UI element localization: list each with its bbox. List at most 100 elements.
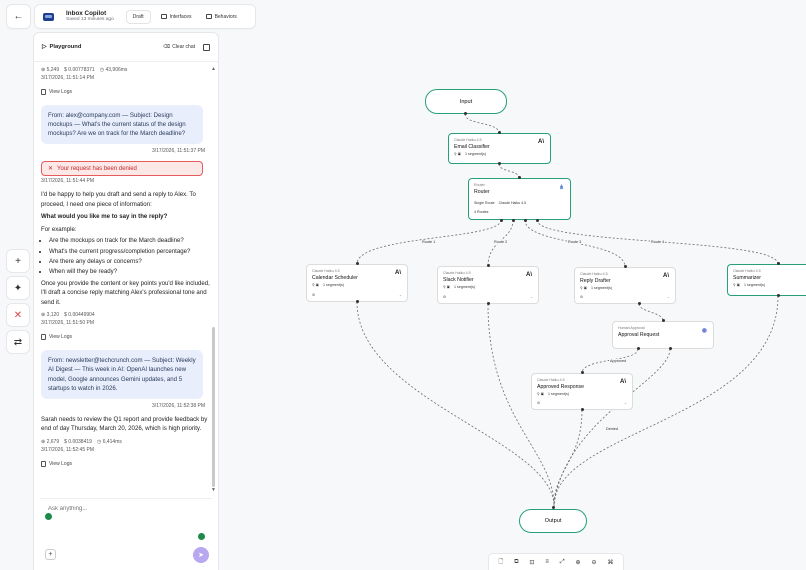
handle-dot[interactable]: [498, 162, 501, 165]
error-text: Your request has been denied: [57, 165, 137, 172]
handle-dot[interactable]: [500, 219, 503, 222]
workflow-canvas[interactable]: Input Claude Haiku 4.5 Email Classifier …: [220, 0, 806, 570]
slack-notifier-node[interactable]: Claude Haiku 4.5 Slack Notifier ⚲ ▣ 1 seg…: [437, 266, 539, 304]
back-button[interactable]: ←: [7, 5, 30, 28]
handle-dot[interactable]: [637, 347, 640, 350]
note-icon[interactable]: ⧉: [514, 559, 518, 566]
calendar-scheduler-node[interactable]: Claude Haiku 4.5 Calendar Scheduler ⚲ ▣ 1…: [306, 264, 408, 302]
playground-panel: ▷ Playground ⌫ Clear chat ⊕ 5,249 $ 0.00…: [34, 33, 218, 570]
approval-request-node[interactable]: Human Approval Approval Request ◉: [612, 321, 714, 349]
token-count: ⊕ 3,120: [41, 312, 60, 319]
draft-badge[interactable]: Draft: [125, 9, 151, 24]
camera-icon[interactable]: ⊡: [529, 559, 534, 566]
file-icon[interactable]: 🗋: [498, 557, 503, 567]
router-icon: ⋔: [558, 185, 564, 191]
panel-toggle-icon[interactable]: [203, 43, 210, 51]
send-button[interactable]: ➤: [193, 547, 209, 563]
input-node-label: Input: [459, 98, 473, 105]
chat-history[interactable]: ⊕ 5,249 $ 0.00778371 ◷ 43,906ms 3/17/202…: [34, 63, 218, 529]
timestamp: 3/17/2026, 11:51:44 PM: [41, 178, 95, 185]
scroll-up-icon[interactable]: ▲: [211, 66, 216, 72]
reply-drafter-node[interactable]: Claude Haiku 4.5 Reply Drafter ⚲ ▣ 1 segm…: [574, 267, 676, 304]
edge-calendar-output: [356, 301, 555, 507]
node-title: Summarizer: [733, 275, 761, 281]
magic-wand-icon[interactable]: ✦: [7, 277, 29, 299]
view-logs-link[interactable]: View Logs: [41, 334, 211, 341]
monitor-icon: [160, 14, 167, 19]
list-item: Are there any delays or concerns?: [49, 257, 211, 266]
edge-label-route3: Route 3: [567, 240, 583, 244]
scroll-down-icon[interactable]: ▼: [211, 487, 216, 493]
anthropic-logo-icon: A\: [620, 379, 626, 385]
handle-dot[interactable]: [487, 264, 490, 267]
output-node[interactable]: Output: [519, 509, 587, 533]
plus-icon[interactable]: +: [7, 250, 29, 272]
approved-response-node[interactable]: Claude Haiku 4.5 Approved Response ⚲ ▣ 1 …: [531, 373, 633, 410]
assistant-message: I'd be happy to help you draft and send …: [41, 190, 211, 307]
gear-icon[interactable]: ⚙: [580, 295, 583, 299]
handle-dot[interactable]: [464, 112, 467, 115]
node-meta: Single Route Claude Haiku 4.5: [474, 201, 527, 205]
branch-icon[interactable]: ⇄: [7, 331, 29, 353]
node-model: Claude Haiku 4.5: [537, 378, 565, 382]
view-logs-link[interactable]: View Logs: [41, 89, 211, 95]
error-icon: ✕: [48, 166, 54, 173]
tool-icon: ⚲ ▣: [312, 283, 320, 287]
handle-dot[interactable]: [662, 319, 665, 322]
fit-view-icon[interactable]: ⤢: [560, 559, 565, 566]
handle-dot[interactable]: [536, 219, 539, 222]
handle-dot[interactable]: [356, 300, 359, 303]
timestamp: 3/17/2026, 11:51:37 PM: [151, 148, 205, 155]
app-icon: [43, 12, 54, 21]
document-icon: [41, 460, 46, 467]
cost: $ 0.00778371: [64, 67, 95, 73]
handle-dot[interactable]: [669, 347, 672, 350]
chevron-down-icon[interactable]: ⌄: [667, 295, 670, 299]
handle-dot[interactable]: [581, 408, 584, 411]
tool-icon: ⚲ ▣: [443, 285, 451, 289]
handle-dot[interactable]: [552, 506, 555, 509]
handle-dot[interactable]: [638, 302, 641, 305]
summarizer-node[interactable]: Claude Haiku 4.5 Summarizer ⚲ ▣ 1 segment…: [727, 264, 806, 296]
handle-dot[interactable]: [487, 302, 490, 305]
gear-icon[interactable]: ⚙: [312, 293, 315, 297]
node-title: Reply Drafter: [580, 278, 611, 284]
align-icon[interactable]: ≡: [545, 559, 549, 565]
email-classifier-node[interactable]: Claude Haiku 4.5 Email Classifier ⚲ ▣ 1 s…: [448, 133, 551, 164]
chevron-down-icon[interactable]: ⌄: [399, 293, 402, 297]
input-node[interactable]: Input: [425, 89, 507, 114]
handle-dot[interactable]: [777, 294, 780, 297]
gear-icon[interactable]: ⚙: [443, 295, 446, 299]
router-node[interactable]: Router Router Single Route Claude Haiku 4…: [468, 178, 571, 220]
zoom-in-icon[interactable]: ⊕: [576, 559, 581, 566]
handle-dot[interactable]: [518, 176, 521, 179]
clear-chat-button[interactable]: ⌫ Clear chat: [163, 44, 195, 50]
edge-label-approved: Approved: [609, 359, 628, 363]
scrollbar-thumb[interactable]: [212, 327, 215, 487]
handle-dot[interactable]: [624, 265, 627, 268]
chat-input[interactable]: [48, 506, 198, 512]
status-dot-icon: [198, 533, 205, 540]
token-count: ⊕ 2,679: [41, 438, 60, 445]
zoom-out-icon[interactable]: ⊖: [592, 559, 597, 566]
edge-label-route1: Route 1: [421, 240, 437, 244]
handle-dot[interactable]: [498, 131, 501, 134]
shortcut-icon[interactable]: ⌘: [607, 559, 613, 566]
edge-label-denied: Denied: [605, 427, 620, 431]
handle-dot[interactable]: [356, 262, 359, 265]
tab-interfaces[interactable]: Interfaces: [157, 11, 196, 23]
handle-dot[interactable]: [524, 219, 527, 222]
handle-dot[interactable]: [512, 219, 515, 222]
token-count: ⊕ 5,249: [41, 67, 60, 73]
user-message: From: newsletter@techcrunch.com — Subjec…: [41, 350, 203, 399]
chevron-down-icon[interactable]: ⌄: [530, 295, 533, 299]
chevron-down-icon[interactable]: ⌄: [624, 401, 627, 405]
close-icon[interactable]: ✕: [7, 304, 29, 326]
user-message: From: alex@company.com — Subject: Design…: [41, 105, 203, 145]
view-logs-link[interactable]: View Logs: [41, 460, 211, 467]
handle-dot[interactable]: [777, 262, 780, 265]
node-type: Human Approval: [618, 326, 645, 330]
gear-icon[interactable]: ⚙: [537, 401, 540, 405]
handle-dot[interactable]: [581, 371, 584, 374]
attach-button[interactable]: +: [45, 549, 56, 560]
